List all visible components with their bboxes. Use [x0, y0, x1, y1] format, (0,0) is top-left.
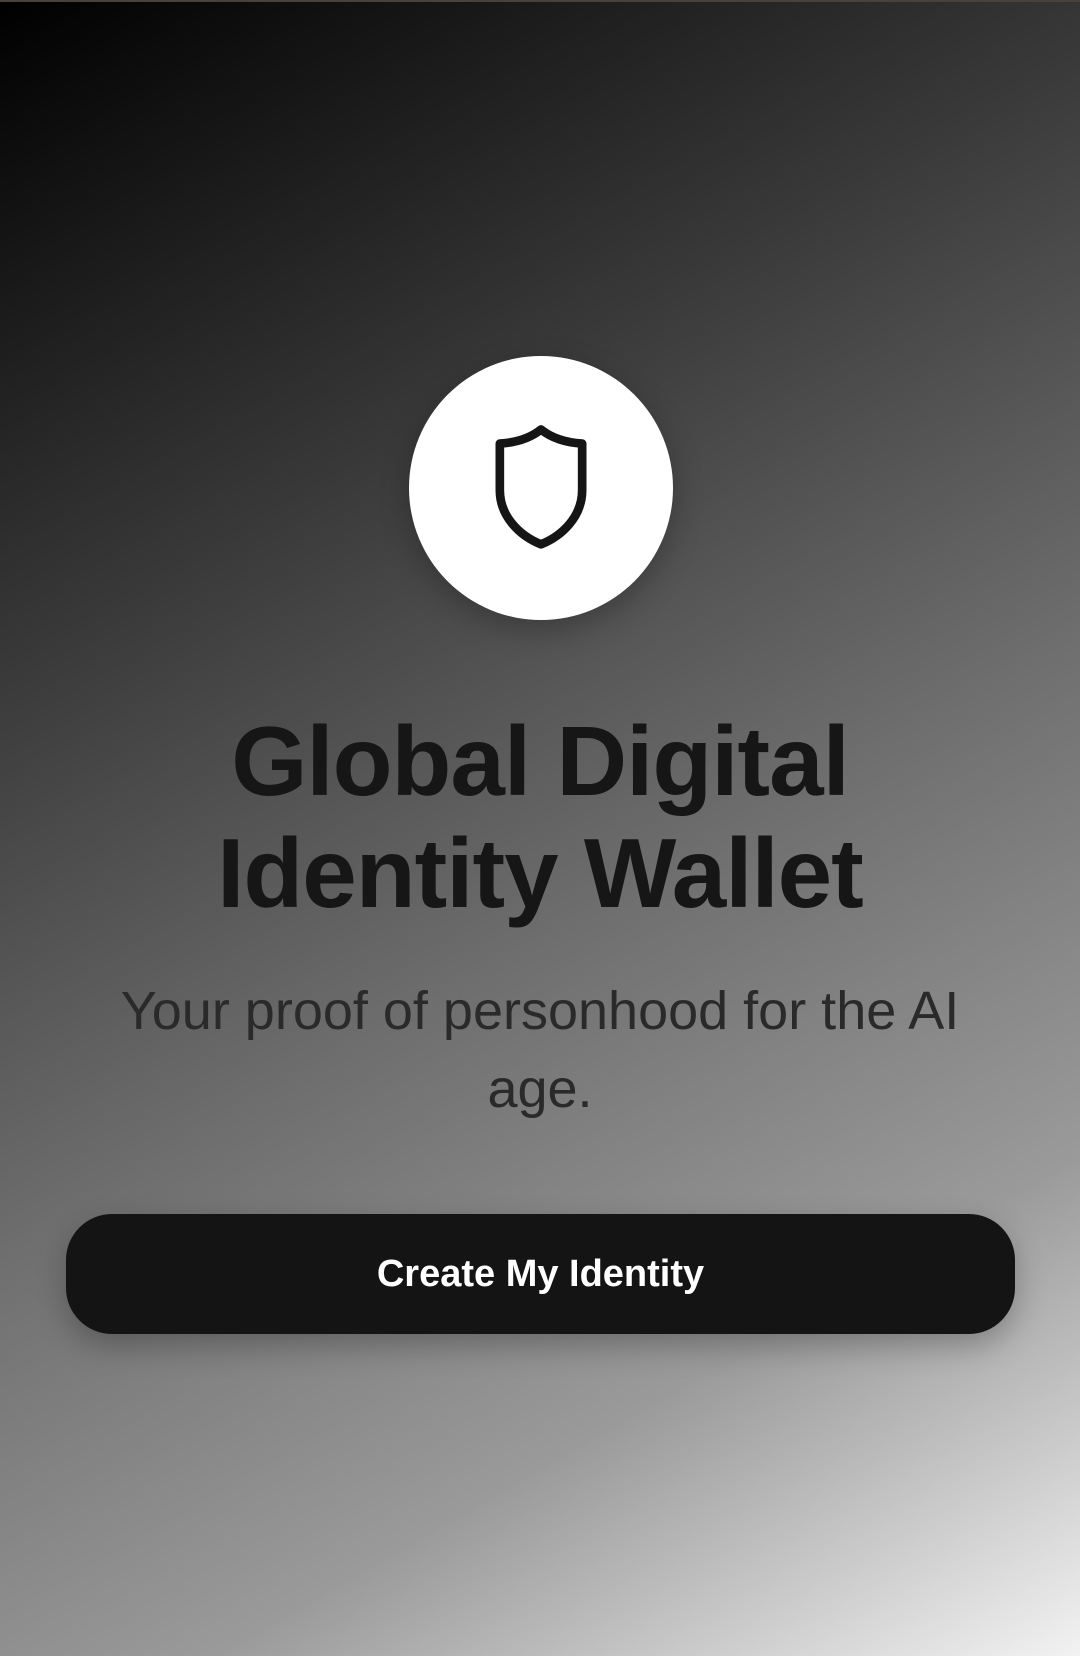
welcome-screen: Global Digital Identity Wallet Your proo…	[0, 0, 1080, 1656]
app-logo	[409, 356, 673, 620]
status-bar-edge	[0, 0, 1080, 2]
shield-icon	[495, 425, 587, 549]
page-title: Global Digital Identity Wallet	[217, 706, 864, 928]
page-subtitle: Your proof of personhood for the AI age.	[120, 981, 960, 1119]
create-identity-button[interactable]: Create My Identity	[66, 1214, 1015, 1334]
